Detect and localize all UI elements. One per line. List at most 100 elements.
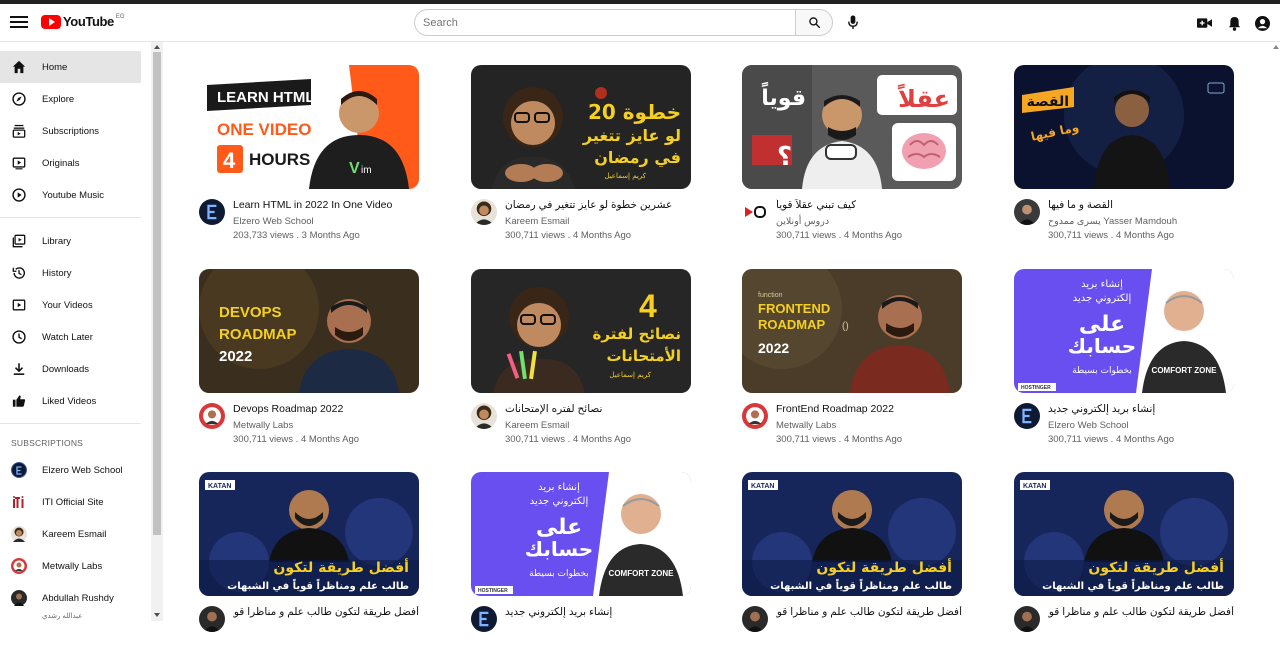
play-logo-icon	[41, 14, 61, 29]
video-thumbnail[interactable]: إنشاء بريد إلكتروني جديد على حسابك بخطوا…	[1014, 269, 1234, 393]
subscription-iti-official-site[interactable]: ITI Official Site	[0, 486, 141, 518]
search-button[interactable]	[795, 9, 833, 36]
video-card[interactable]: LEARN HTML ONE VIDEO 4 HOURS V im Learn …	[199, 65, 419, 255]
channel-avatar[interactable]	[742, 199, 768, 225]
video-card[interactable]: إنشاء بريد إلكتروني جديد على حسابك بخطوا…	[1014, 269, 1234, 459]
channel-avatar[interactable]	[1014, 199, 1040, 225]
notifications-button[interactable]	[1225, 14, 1243, 32]
channel-name[interactable]: Metwally Labs	[233, 420, 293, 431]
subscription-abdullah-rushdy[interactable]: Abdullah Rushdy	[0, 582, 141, 614]
sidebar-item-watch-later[interactable]: Watch Later	[0, 321, 141, 353]
video-thumbnail[interactable]: LEARN HTML ONE VIDEO 4 HOURS V im	[199, 65, 419, 189]
video-thumbnail[interactable]: قوياً ؟ عقلاً	[742, 65, 962, 189]
video-title[interactable]: Learn HTML in 2022 In One Video	[233, 199, 419, 211]
subscription-label: Metwally Labs	[42, 560, 103, 572]
video-thumbnail[interactable]: KATAN أفضل طريقة لتكون طالب علم ومناظراً…	[199, 472, 419, 596]
svg-text:KATAN: KATAN	[751, 483, 774, 490]
sidebar-item-home[interactable]: Home	[0, 51, 141, 83]
sidebar-item-originals[interactable]: Originals	[0, 147, 141, 179]
channel-name[interactable]: Kareem Esmail	[505, 420, 569, 431]
page-scrollbar[interactable]	[1271, 42, 1280, 621]
video-thumbnail[interactable]: 20 خطوة لو عايز تتغير في رمضان كريم إسما…	[471, 65, 691, 189]
video-thumbnail[interactable]: KATAN أفضل طريقة لتكون طالب علم ومناظراً…	[742, 472, 962, 596]
channel-avatar[interactable]	[1014, 606, 1040, 632]
video-card[interactable]: 20 خطوة لو عايز تتغير في رمضان كريم إسما…	[471, 65, 691, 255]
video-title[interactable]: أفضل طريقة لتكون طالب علم و مناظراً قويا…	[1048, 606, 1234, 618]
video-title[interactable]: القصة و ما فيها	[1048, 199, 1113, 211]
video-title[interactable]: أفضل طريقة لتكون طالب علم و مناظراً قويا…	[776, 606, 962, 618]
svg-text:نصائح لفترة: نصائح لفترة	[593, 325, 681, 343]
svg-text:حسابك: حسابك	[1068, 334, 1136, 358]
channel-name[interactable]: Kareem Esmail	[505, 216, 569, 227]
video-thumbnail[interactable]: function FRONTEND ROADMAP () 2022	[742, 269, 962, 393]
video-title[interactable]: إنشاء بريد إلكتروني جديد	[505, 606, 612, 618]
video-card[interactable]: قوياً ؟ عقلاً كيف تبني عقلاً قوياً دروس …	[742, 65, 962, 255]
sidebar-scrollbar[interactable]	[151, 42, 163, 621]
video-thumbnail[interactable]: DEVOPS ROADMAP 2022	[199, 269, 419, 393]
video-title[interactable]: عشرين خطوة لو عايز تتغير في رمضان	[505, 199, 672, 211]
scroll-up-arrow-icon[interactable]	[154, 45, 160, 49]
video-title[interactable]: إنشاء بريد إلكتروني جديد	[1048, 403, 1155, 415]
channel-name[interactable]: يسرى ممدوح Yasser Mamdouh	[1048, 216, 1177, 227]
channel-avatar[interactable]	[199, 403, 225, 429]
subscription-kareem-esmail[interactable]: Kareem Esmail	[0, 518, 141, 550]
video-card[interactable]: 4 نصائح لفترة الأمتحانات كريم إسماعيل نص…	[471, 269, 691, 459]
video-card[interactable]: function FRONTEND ROADMAP () 2022 FrontE…	[742, 269, 962, 459]
page-scroll-up-icon[interactable]	[1273, 45, 1279, 49]
hamburger-menu-icon[interactable]	[10, 14, 28, 30]
scroll-down-arrow-icon[interactable]	[154, 613, 160, 617]
sidebar-item-explore[interactable]: Explore	[0, 83, 141, 115]
channel-avatar[interactable]	[199, 199, 225, 225]
subscription-elzero-web-school[interactable]: Elzero Web School	[0, 454, 141, 486]
search-input[interactable]	[414, 9, 795, 36]
sidebar-item-downloads[interactable]: Downloads	[0, 353, 141, 385]
video-card[interactable]: KATAN أفضل طريقة لتكون طالب علم ومناظراً…	[199, 472, 419, 662]
video-metadata: 300,711 views . 4 Months Ago	[776, 230, 903, 241]
channel-avatar[interactable]	[471, 606, 497, 632]
video-thumbnail[interactable]: 4 نصائح لفترة الأمتحانات كريم إسماعيل	[471, 269, 691, 393]
video-card[interactable]: DEVOPS ROADMAP 2022 Devops Roadmap 2022 …	[199, 269, 419, 459]
sidebar-item-history[interactable]: History	[0, 257, 141, 289]
channel-avatar	[11, 558, 27, 574]
home-icon	[11, 59, 27, 75]
video-title[interactable]: FrontEnd Roadmap 2022	[776, 403, 962, 415]
video-card[interactable]: KATAN أفضل طريقة لتكون طالب علم ومناظراً…	[742, 472, 962, 662]
channel-avatar[interactable]	[199, 606, 225, 632]
video-thumbnail[interactable]: KATAN أفضل طريقة لتكون طالب علم ومناظراً…	[1014, 472, 1234, 596]
video-card[interactable]: إنشاء بريد إلكتروني جديد على حسابك بخطوا…	[471, 472, 691, 662]
voice-search-button[interactable]	[843, 12, 863, 32]
subscription-label: Abdullah Rushdy	[42, 592, 114, 604]
video-title[interactable]: أفضل طريقة لتكون طالب علم و مناظراً قويا…	[233, 606, 419, 618]
sidebar-item-liked-videos[interactable]: Liked Videos	[0, 385, 141, 417]
svg-text:كريم إسماعيل: كريم إسماعيل	[604, 172, 646, 180]
video-title[interactable]: كيف تبني عقلاً قوياً	[776, 199, 856, 211]
sidebar-item-your-videos[interactable]: Your Videos	[0, 289, 141, 321]
sidebar-item-youtube-music[interactable]: Youtube Music	[0, 179, 141, 211]
video-card[interactable]: القصة وما فيها القصة و ما فيها يسرى ممدو…	[1014, 65, 1234, 255]
sidebar-item-library[interactable]: Library	[0, 225, 141, 257]
sidebar-item-subscriptions[interactable]: Subscriptions	[0, 115, 141, 147]
channel-avatar[interactable]	[471, 403, 497, 429]
channel-name[interactable]: Elzero Web School	[233, 216, 314, 227]
channel-name[interactable]: دروس أونلاين	[776, 216, 829, 227]
svg-text:FRONTEND: FRONTEND	[758, 301, 830, 316]
account-button[interactable]	[1253, 14, 1271, 32]
video-title[interactable]: Devops Roadmap 2022	[233, 403, 419, 415]
scroll-thumb[interactable]	[153, 52, 161, 535]
video-card[interactable]: KATAN أفضل طريقة لتكون طالب علم ومناظراً…	[1014, 472, 1234, 662]
channel-avatar[interactable]	[471, 199, 497, 225]
sidebar-item-label: Watch Later	[42, 331, 93, 343]
channel-name[interactable]: Metwally Labs	[776, 420, 836, 431]
create-video-button[interactable]	[1195, 14, 1213, 32]
video-title[interactable]: نصائح لفتره الإمتحانات	[505, 403, 602, 415]
youtube-logo[interactable]: YouTube EG	[41, 14, 125, 29]
svg-text:ROADMAP: ROADMAP	[758, 317, 825, 332]
channel-name[interactable]: Elzero Web School	[1048, 420, 1129, 431]
channel-avatar[interactable]	[742, 403, 768, 429]
logo-country-code: EG	[115, 13, 125, 20]
video-thumbnail[interactable]: القصة وما فيها	[1014, 65, 1234, 189]
subscription-metwally-labs[interactable]: Metwally Labs	[0, 550, 141, 582]
video-thumbnail[interactable]: إنشاء بريد إلكتروني جديد على حسابك بخطوا…	[471, 472, 691, 596]
channel-avatar[interactable]	[742, 606, 768, 632]
channel-avatar[interactable]	[1014, 403, 1040, 429]
